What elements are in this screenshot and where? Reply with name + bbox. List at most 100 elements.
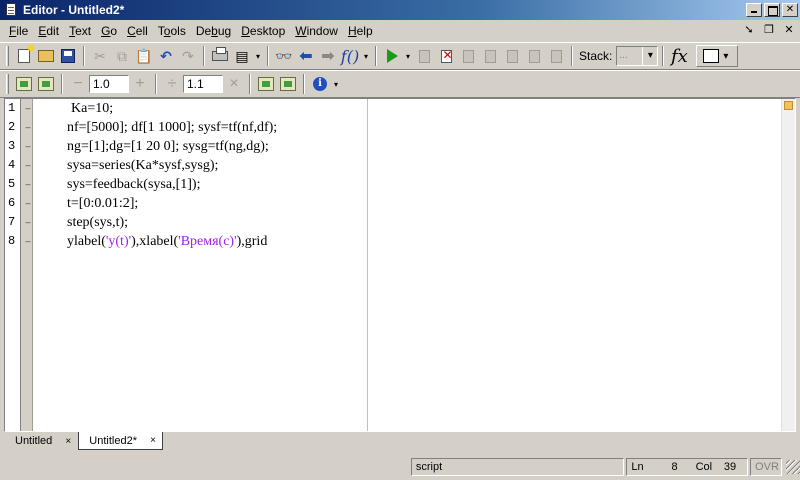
close-doc-icon[interactable]: ✕ <box>782 23 796 36</box>
code-editor[interactable]: 1 2 3 4 5 6 7 8 – – – – – – – – Ka=10; n… <box>4 98 796 432</box>
menu-edit[interactable]: Edit <box>33 24 64 38</box>
code-line[interactable]: Ka=10; <box>67 99 367 118</box>
run-dropdown-arrow[interactable]: ▾ <box>403 45 413 67</box>
line-number: 1 <box>8 101 16 115</box>
clear-breakpoints-button[interactable] <box>435 45 457 67</box>
breakpoint-dash[interactable]: – <box>24 213 32 232</box>
decrement-value-input[interactable]: 1.0 <box>89 75 129 93</box>
breakpoint-dash[interactable]: – <box>24 194 32 213</box>
vertical-scrollbar[interactable] <box>781 99 795 431</box>
code-line[interactable]: sys=feedback(sysa,[1]); <box>67 175 367 194</box>
step-out-icon <box>506 49 518 63</box>
breakpoint-dash[interactable]: – <box>24 118 32 137</box>
tab-close-icon[interactable]: × <box>62 436 74 447</box>
divide-button[interactable]: ÷ <box>161 75 183 93</box>
status-bar: script Ln 8 Col 39 OVR <box>0 456 800 478</box>
new-file-button[interactable] <box>13 45 35 67</box>
breakpoint-dash[interactable]: – <box>24 232 32 251</box>
code-line[interactable]: t=[0:0.01:2]; <box>67 194 367 213</box>
tab-untitled2[interactable]: Untitled2* × <box>78 432 163 450</box>
run-icon <box>386 49 398 63</box>
code-line[interactable]: nf=[5000]; df[1 1000]; sysf=tf(nf,df); <box>67 118 367 137</box>
toolbar-separator <box>83 46 85 66</box>
maximize-button[interactable] <box>764 3 780 17</box>
evaluate-cell-advance-button[interactable] <box>35 73 57 95</box>
menu-go[interactable]: Go <box>96 24 122 38</box>
run-button[interactable] <box>381 45 403 67</box>
stack-select[interactable]: ... <box>616 46 659 66</box>
print-selection-button[interactable]: ▤ <box>231 45 253 67</box>
paste-button[interactable]: 📋 <box>133 45 155 67</box>
code-line[interactable]: ng=[1];dg=[1 20 0]; sysg=tf(ng,dg); <box>67 137 367 156</box>
line-number: 5 <box>8 177 16 191</box>
tab-close-icon[interactable]: × <box>147 435 159 446</box>
toolbar-grip[interactable] <box>6 46 9 66</box>
mlint-status-indicator[interactable] <box>784 101 793 110</box>
breakpoint-column[interactable]: – – – – – – – – <box>24 99 32 431</box>
menu-text[interactable]: Text <box>64 24 96 38</box>
breakpoint-dash[interactable]: – <box>24 156 32 175</box>
close-button[interactable]: ✕ <box>782 3 798 17</box>
show-functions-button[interactable]: f() <box>339 45 361 67</box>
single-pane-icon <box>703 49 720 63</box>
code-line[interactable]: step(sys,t); <box>67 213 367 232</box>
resize-grip[interactable] <box>786 460 800 474</box>
multiply-button[interactable]: × <box>223 75 245 93</box>
toolbar-grip[interactable] <box>6 74 9 94</box>
open-file-button[interactable] <box>35 45 57 67</box>
print-dropdown-arrow[interactable]: ▾ <box>253 45 263 67</box>
functions-dropdown-arrow[interactable]: ▾ <box>361 45 371 67</box>
minimize-button[interactable] <box>746 3 762 17</box>
code-line[interactable]: sysa=series(Ka*sysf,sysg); <box>67 156 367 175</box>
code-token: ylabel( <box>67 234 106 249</box>
exit-debug-button[interactable] <box>545 45 567 67</box>
redo-button[interactable]: ↷ <box>177 45 199 67</box>
forward-button[interactable]: ➡ <box>317 45 339 67</box>
menu-window[interactable]: Window <box>290 24 343 38</box>
find-button[interactable]: 👓 <box>273 45 295 67</box>
code-text[interactable]: Ka=10; nf=[5000]; df[1 1000]; sysf=tf(nf… <box>67 99 367 251</box>
evaluate-file-button[interactable] <box>255 73 277 95</box>
info-dropdown-arrow[interactable]: ▾ <box>331 73 341 95</box>
cut-button[interactable]: ✂ <box>89 45 111 67</box>
editor-app-icon[interactable] <box>3 2 19 18</box>
undo-button[interactable]: ↶ <box>155 45 177 67</box>
tab-untitled[interactable]: Untitled × <box>4 432 78 450</box>
copy-button[interactable]: ⧉ <box>111 45 133 67</box>
print-button[interactable] <box>209 45 231 67</box>
step-button[interactable] <box>457 45 479 67</box>
breakpoint-dash[interactable]: – <box>24 137 32 156</box>
undock-icon[interactable]: ➘ <box>742 23 756 36</box>
menu-tools[interactable]: Tools <box>153 24 191 38</box>
breakpoint-dash[interactable]: – <box>24 99 32 118</box>
menu-desktop[interactable]: Desktop <box>236 24 290 38</box>
menu-help[interactable]: Help <box>343 24 378 38</box>
publish-button[interactable] <box>277 73 299 95</box>
increment-button[interactable]: + <box>129 75 151 93</box>
step-in-button[interactable] <box>479 45 501 67</box>
step-out-button[interactable] <box>501 45 523 67</box>
set-breakpoint-button[interactable] <box>413 45 435 67</box>
back-button[interactable]: ⬅ <box>295 45 317 67</box>
restore-icon[interactable]: ❐ <box>762 23 776 36</box>
menu-file[interactable]: File <box>4 24 33 38</box>
new-file-icon <box>18 45 34 63</box>
cell-info-button[interactable]: i <box>309 73 331 95</box>
toolbar-separator <box>203 46 205 66</box>
editor-window: Editor - Untitled2* ✕ File Edit Text Go … <box>0 0 800 480</box>
menu-cell[interactable]: Cell <box>122 24 153 38</box>
clipboard-icon: 📋 <box>135 47 153 64</box>
evaluate-cell-button[interactable] <box>13 73 35 95</box>
multiply-value-input[interactable]: 1.1 <box>183 75 223 93</box>
menu-debug[interactable]: Debug <box>191 24 236 38</box>
layout-button[interactable]: ▾ <box>696 45 739 67</box>
step-in-icon <box>484 49 496 63</box>
code-line[interactable]: ylabel('y(t)'),xlabel('Время(с)'),grid <box>67 232 367 251</box>
window-title: Editor - Untitled2* <box>23 3 125 17</box>
decrement-button[interactable]: − <box>67 75 89 93</box>
continue-button[interactable] <box>523 45 545 67</box>
save-button[interactable] <box>57 45 79 67</box>
insert-function-button[interactable]: fx <box>668 45 690 67</box>
breakpoint-dash[interactable]: – <box>24 175 32 194</box>
title-bar[interactable]: Editor - Untitled2* ✕ <box>0 0 800 20</box>
